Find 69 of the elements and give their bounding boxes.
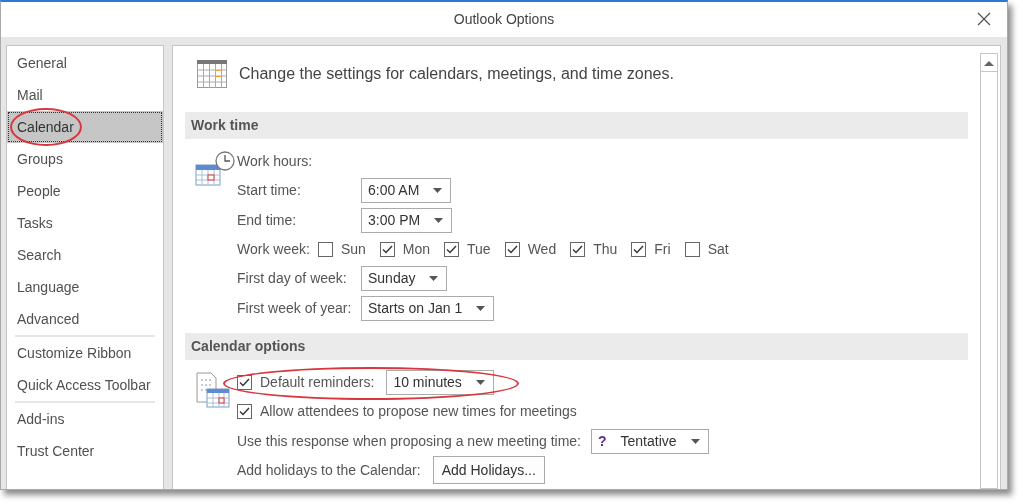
checkbox-label: Allow attendees to propose new times for meetings: [260, 402, 577, 422]
checkbox[interactable]: [237, 404, 252, 420]
checkbox-label: Tue: [467, 240, 491, 260]
dropdown-arrow-icon: [475, 379, 485, 385]
close-icon[interactable]: [977, 12, 991, 26]
field-label: Work week:: [237, 240, 310, 260]
dropdown-arrow-icon: [433, 188, 443, 194]
checkbox-label: Thu: [593, 240, 618, 260]
field-label: Start time:: [237, 181, 302, 201]
field-label: End time:: [237, 210, 298, 230]
dropdown[interactable]: ? Tentative: [590, 428, 709, 454]
dropdown[interactable]: Starts on Jan 1: [361, 295, 495, 321]
sidebar-item[interactable]: Groups: [7, 143, 163, 175]
sidebar-item[interactable]: Quick Access Toolbar: [7, 369, 163, 401]
window-title: Outlook Options: [453, 10, 555, 29]
dropdown-value: 10 minutes: [393, 372, 462, 392]
dropdown-arrow-icon: [434, 217, 444, 223]
dropdown-value: 6:00 AM: [368, 181, 420, 201]
calendar-icon: [197, 60, 227, 88]
checkbox-label: Sat: [707, 240, 729, 260]
dropdown-arrow-icon: [429, 276, 439, 282]
field-label: Add holidays to the Calendar:: [237, 460, 421, 480]
dropdown-value: Sunday: [368, 269, 416, 289]
dropdown-value: Starts on Jan 1: [368, 298, 463, 318]
checkbox[interactable]: [379, 242, 395, 258]
checkbox[interactable]: [504, 242, 520, 258]
sidebar-item[interactable]: Trust Center: [7, 435, 163, 467]
checkbox-label: Mon: [402, 240, 431, 260]
field-label: First day of week:: [237, 269, 348, 289]
sidebar-item[interactable]: Language: [7, 271, 163, 303]
add-holidays-button[interactable]: Add Holidays...: [432, 456, 545, 485]
sidebar-item[interactable]: General: [7, 47, 163, 79]
checkbox[interactable]: [684, 242, 700, 258]
sidebar-item[interactable]: People: [7, 175, 163, 207]
checkbox[interactable]: [317, 242, 333, 258]
sidebar-item[interactable]: Mail: [7, 79, 163, 111]
dropdown[interactable]: Sunday: [361, 266, 448, 292]
sidebar-item[interactable]: Advanced: [7, 303, 163, 335]
field-label: Work hours:: [237, 152, 313, 172]
dropdown[interactable]: 3:00 PM: [361, 207, 453, 233]
checkbox-label: Sun: [340, 240, 366, 260]
dropdown-value: 3:00 PM: [368, 210, 421, 230]
sidebar-item[interactable]: Tasks: [7, 207, 163, 239]
page-heading: Change the settings for calendars, meetings, and time zones.: [239, 64, 674, 84]
dropdown-arrow-icon: [690, 438, 700, 444]
checkbox[interactable]: [237, 374, 252, 390]
checkbox-label: Wed: [527, 240, 557, 260]
scrollbar[interactable]: [980, 53, 998, 489]
checkbox[interactable]: [570, 242, 586, 258]
sidebar-item[interactable]: Customize Ribbon: [7, 337, 163, 369]
dropdown[interactable]: 6:00 AM: [361, 178, 452, 204]
checkbox-label: Fri: [654, 240, 671, 260]
section-header: Work time: [185, 112, 968, 139]
checkbox[interactable]: [444, 242, 460, 258]
section-header: Calendar options: [185, 332, 968, 360]
dropdown[interactable]: 10 minutes: [386, 369, 494, 395]
calendar-clock-icon: [195, 151, 235, 189]
sidebar-item[interactable]: Calendar: [7, 111, 163, 143]
dropdown-arrow-icon: [476, 305, 486, 311]
sidebar-item[interactable]: Add-ins: [7, 403, 163, 435]
question-mark-icon: ?: [597, 430, 607, 452]
field-label: Use this response when proposing a new meeting time:: [237, 431, 581, 451]
sidebar-item[interactable]: Search: [7, 239, 163, 271]
reminder-calendar-icon: [195, 371, 233, 410]
field-label: First week of year:: [237, 298, 353, 318]
scroll-up-icon[interactable]: [984, 59, 994, 66]
checkbox-label: Default reminders:: [260, 372, 375, 392]
dropdown-value: Tentative: [620, 431, 677, 451]
checkbox[interactable]: [631, 242, 647, 258]
